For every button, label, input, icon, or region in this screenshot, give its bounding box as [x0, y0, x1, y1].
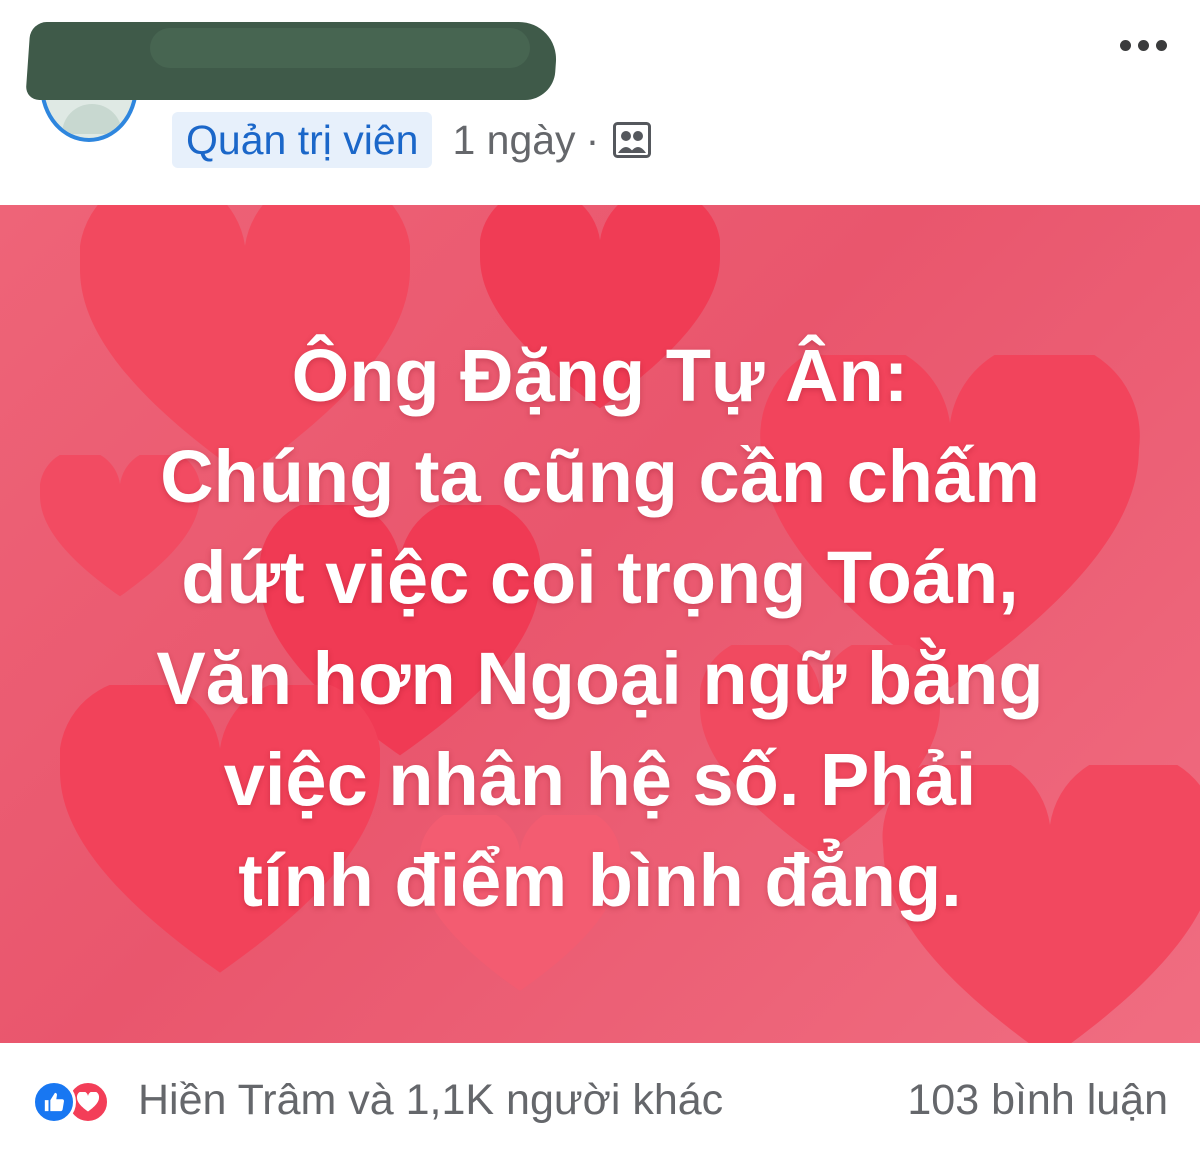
quote-text: Ông Đặng Tự Ân: Chúng ta cũng cần chấm d…: [0, 325, 1200, 931]
more-options-icon[interactable]: [1120, 40, 1167, 51]
post-image[interactable]: Ông Đặng Tự Ân: Chúng ta cũng cần chấm d…: [0, 205, 1200, 1043]
meta-separator: ·: [585, 116, 600, 163]
group-icon[interactable]: [613, 122, 652, 158]
quote-line: Ông Đặng Tự Ân:: [291, 334, 909, 417]
quote-line: Chúng ta cũng cần chấm: [160, 435, 1040, 518]
post-time[interactable]: 1 ngày: [452, 117, 575, 164]
reactions-summary[interactable]: Hiền Trâm và 1,1K người khác: [138, 1076, 723, 1125]
post-header: Quản trị viên 1 ngày ·: [0, 0, 1200, 205]
role-badge: Quản trị viên: [172, 112, 433, 168]
quote-line: việc nhân hệ số. Phải: [223, 738, 977, 821]
quote-line: tính điểm bình đẳng.: [238, 839, 962, 922]
like-icon: [32, 1080, 76, 1124]
author-name-redacted-overlay: [150, 28, 530, 68]
quote-line: dứt việc coi trọng Toán,: [181, 536, 1019, 619]
reaction-icons[interactable]: [32, 1080, 110, 1124]
quote-line: Văn hơn Ngoại ngữ bằng: [156, 637, 1044, 720]
post-meta: Quản trị viên 1 ngày ·: [172, 112, 652, 168]
comments-count[interactable]: 103 bình luận: [907, 1076, 1168, 1125]
